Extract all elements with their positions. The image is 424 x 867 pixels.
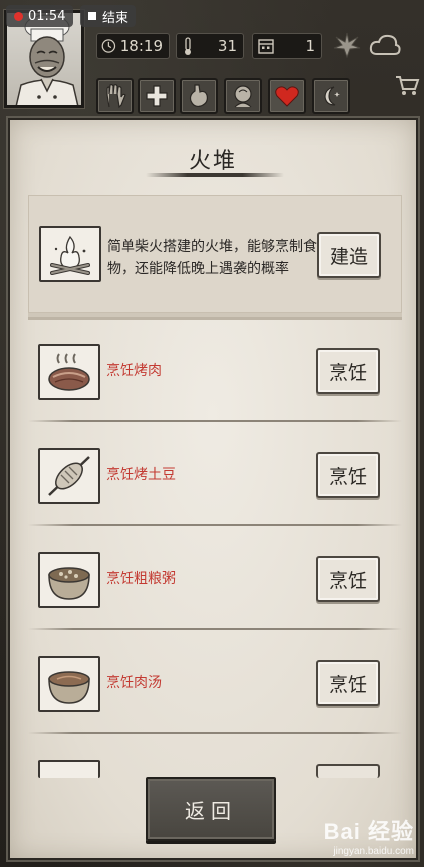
day-display: 1 — [252, 33, 322, 59]
potato-skewer-icon — [38, 448, 100, 504]
end-recording-label: 结束 — [102, 10, 129, 26]
medical-cross-icon — [146, 85, 168, 107]
watermark-main: Bai 经验 — [323, 819, 414, 844]
tab-hand[interactable] — [96, 78, 134, 114]
panel-title: 火堆 — [188, 149, 237, 174]
tab-medical[interactable] — [138, 78, 176, 114]
row-divider — [28, 420, 402, 422]
clock-icon — [101, 39, 116, 53]
partial-item-icon — [38, 760, 100, 778]
stop-square-icon — [88, 12, 96, 20]
list-item: 烹饪烤土豆 烹饪 — [28, 446, 402, 550]
record-dot-icon — [14, 11, 23, 21]
porridge-bowl-icon — [38, 552, 100, 608]
row-divider — [28, 732, 402, 734]
title-underline — [146, 173, 284, 177]
temperature-value: 31 — [217, 37, 237, 55]
build-description: 简单柴火搭建的火堆，能够烹制食物，还能降低晚上遇袭的概率 — [107, 239, 317, 277]
list-item: 烹饪粗粮粥 烹饪 — [28, 550, 402, 654]
cart-icon[interactable] — [390, 70, 424, 100]
calendar-icon — [258, 39, 274, 54]
head-icon — [234, 85, 252, 108]
list-item: 烹饪肉汤 烹饪 — [28, 654, 402, 758]
clock-display: 18:19 — [96, 33, 170, 59]
tab-sleep[interactable] — [312, 78, 350, 114]
heart-icon — [275, 86, 299, 107]
recording-time: 01:54 — [28, 8, 66, 24]
soup-bowl-icon — [38, 656, 100, 712]
build-card: 简单柴火搭建的火堆，能够烹制食物，还能降低晚上遇袭的概率 建造 — [28, 195, 402, 313]
hand-icon — [106, 84, 126, 109]
stomach-icon — [189, 84, 208, 108]
watermark: Bai 经验 jingyan.baidu.com — [324, 814, 414, 857]
tab-mind[interactable] — [224, 78, 262, 114]
partial-cook-button[interactable] — [316, 764, 380, 778]
recipe-name: 烹饪肉汤 — [106, 675, 162, 691]
leaf-icon[interactable] — [330, 30, 364, 60]
row-divider — [28, 628, 402, 630]
moon-icon — [324, 86, 340, 106]
recipe-name: 烹饪烤肉 — [106, 363, 162, 379]
list-item: 烹饪烤肉 烹饪 — [28, 342, 402, 446]
row-divider — [28, 524, 402, 526]
back-button[interactable]: 返回 — [146, 777, 276, 841]
list-item-partial — [28, 758, 402, 778]
recipe-name: 烹饪粗粮粥 — [106, 571, 176, 587]
cook-button[interactable]: 烹饪 — [316, 452, 380, 498]
watermark-sub: jingyan.baidu.com — [333, 846, 414, 857]
build-button[interactable]: 建造 — [317, 232, 381, 278]
cook-button[interactable]: 烹饪 — [316, 556, 380, 602]
cook-button[interactable]: 烹饪 — [316, 348, 380, 394]
chef-portrait-image — [15, 14, 79, 105]
tab-hunger[interactable] — [180, 78, 218, 114]
roast-meat-icon — [38, 344, 100, 400]
end-recording-button[interactable]: 结束 — [80, 5, 137, 27]
screen-recording-indicator[interactable]: 01:54 — [6, 5, 74, 27]
clock-value: 18:19 — [119, 37, 163, 55]
tab-health[interactable] — [268, 78, 306, 114]
recipe-name: 烹饪烤土豆 — [106, 467, 176, 483]
campfire-panel: 火堆 简单柴火搭建的火堆，能够烹制食物，还能降低晚上遇袭的概率 建造 烹饪烤肉 — [8, 118, 418, 860]
cloud-icon[interactable] — [368, 30, 402, 60]
temperature-display: 31 — [176, 33, 244, 59]
cook-button[interactable]: 烹饪 — [316, 660, 380, 706]
thermometer-icon — [185, 37, 191, 55]
campfire-icon — [39, 226, 101, 282]
day-value: 1 — [305, 37, 315, 55]
